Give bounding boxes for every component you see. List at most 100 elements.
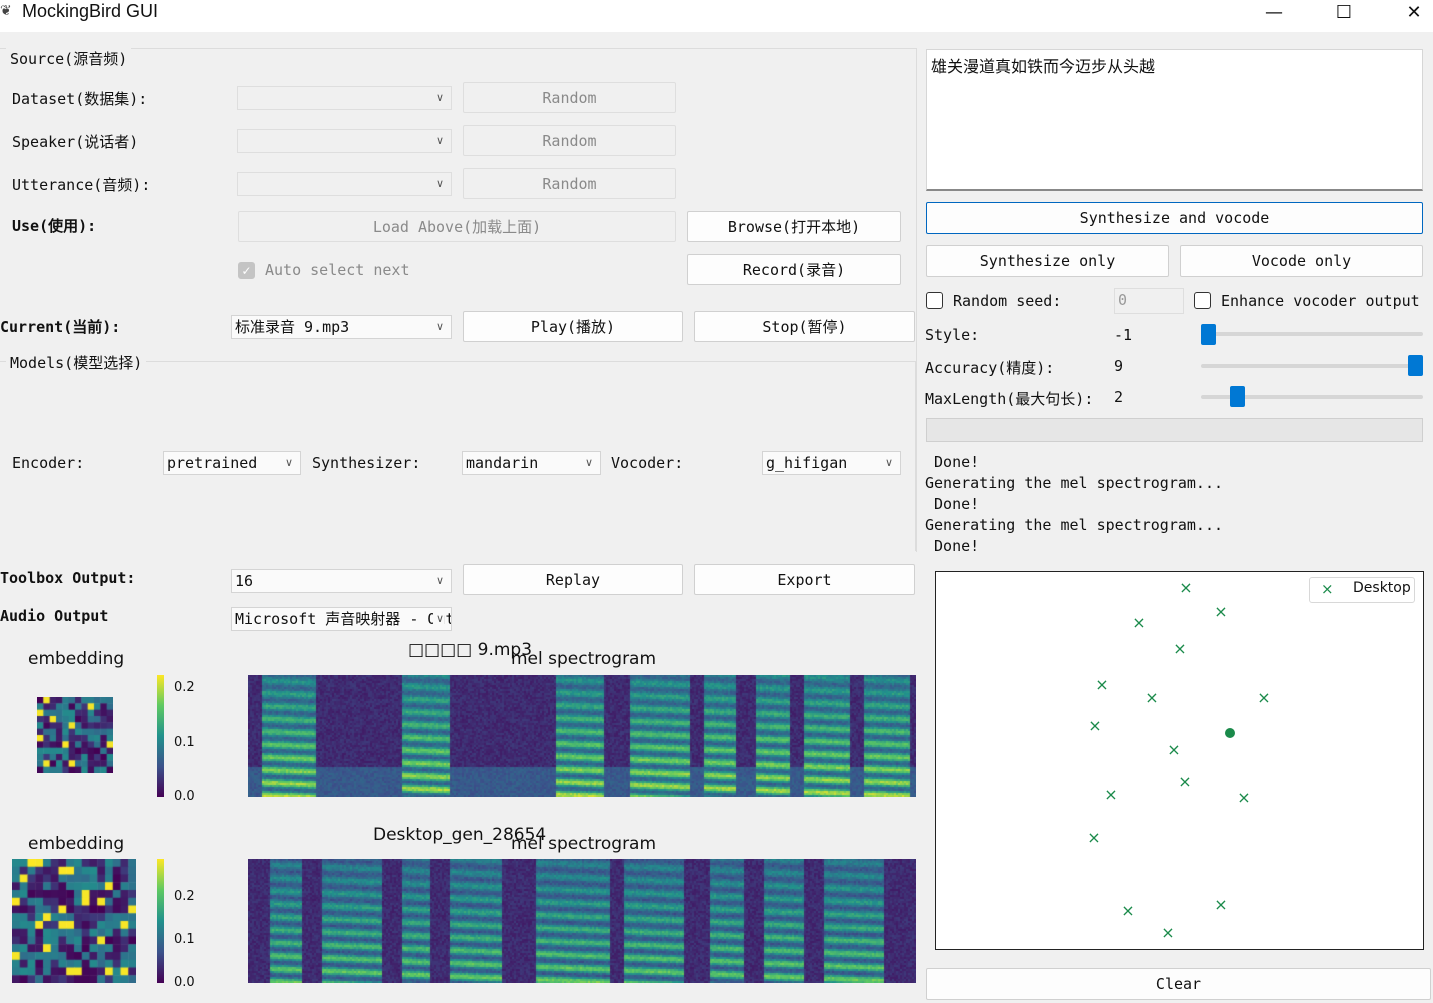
record-button[interactable]: Record(录音) xyxy=(687,254,901,285)
encoder-value: pretrained xyxy=(167,454,258,472)
chevron-down-icon: ∨ xyxy=(432,608,444,630)
encoder-select[interactable]: pretrained ∨ xyxy=(163,451,301,475)
random-seed-label: Random seed: xyxy=(953,292,1062,310)
toolbox-output-select[interactable]: 16 ∨ xyxy=(231,569,452,593)
mel-spectrogram-2 xyxy=(248,859,916,983)
chevron-down-icon: ∨ xyxy=(284,456,293,469)
colorbar-1-tick: 0.0 xyxy=(174,789,195,804)
maxlength-value: 2 xyxy=(1114,388,1124,406)
chevron-down-icon: ∨ xyxy=(435,134,444,147)
auto-select-label: Auto select next xyxy=(265,261,410,279)
log-output: Done! Generating the mel spectrogram... D… xyxy=(925,452,1223,557)
chevron-down-icon: ∨ xyxy=(435,320,444,333)
random-seed-checkbox[interactable] xyxy=(926,292,943,309)
app-icon: ❦ xyxy=(0,3,12,19)
synthesizer-select[interactable]: mandarin ∨ xyxy=(462,451,601,475)
speaker-random-button[interactable]: Random xyxy=(463,125,676,156)
chevron-down-icon: ∨ xyxy=(884,456,893,469)
dataset-select[interactable]: ∨ xyxy=(237,86,452,110)
umap-point: × xyxy=(1167,740,1180,759)
audio-output-label: Audio Output xyxy=(0,607,109,625)
accuracy-slider-handle[interactable] xyxy=(1408,355,1423,376)
source-group-title: Source(源音频) xyxy=(6,48,132,69)
accuracy-label: Accuracy(精度): xyxy=(925,359,1055,377)
style-slider[interactable] xyxy=(1201,332,1423,336)
log-line: Done! xyxy=(925,537,980,555)
colorbar-1-tick: 0.2 xyxy=(174,680,195,695)
chevron-down-icon: ∨ xyxy=(584,456,593,469)
load-above-button[interactable]: Load Above(加载上面) xyxy=(238,211,676,242)
umap-point: × xyxy=(1095,675,1108,694)
chevron-down-icon: ∨ xyxy=(435,574,444,587)
chevron-down-icon: ∨ xyxy=(435,177,444,190)
embedding-title-1: embedding xyxy=(28,649,125,669)
umap-current-point xyxy=(1225,728,1235,738)
umap-point: × xyxy=(1104,785,1117,804)
colorbar-1-tick: 0.1 xyxy=(174,735,195,750)
right-panel-divider xyxy=(916,48,917,552)
colorbar-1 xyxy=(157,675,164,797)
umap-point: × xyxy=(1088,716,1101,735)
random-seed-input[interactable]: 0 xyxy=(1114,288,1184,314)
dataset-random-button[interactable]: Random xyxy=(463,82,676,113)
enhance-vocoder-label: Enhance vocoder output xyxy=(1221,292,1420,310)
embedding-title-2: embedding xyxy=(28,834,125,854)
maxlength-label: MaxLength(最大句长): xyxy=(925,390,1094,408)
synthesize-and-vocode-button[interactable]: Synthesize and vocode xyxy=(926,202,1423,234)
maxlength-slider-handle[interactable] xyxy=(1229,386,1245,407)
current-file-select[interactable]: 标准录音 9.mp3 ∨ xyxy=(231,315,452,339)
auto-select-checkbox[interactable]: ✓ xyxy=(238,262,255,279)
umap-point: × xyxy=(1145,688,1158,707)
vocoder-label: Vocoder: xyxy=(611,454,684,472)
enhance-vocoder-checkbox[interactable] xyxy=(1194,292,1211,309)
accuracy-value: 9 xyxy=(1114,357,1124,375)
synthesize-only-button[interactable]: Synthesize only xyxy=(926,245,1169,277)
stop-button[interactable]: Stop(暂停) xyxy=(694,311,915,342)
log-line: Generating the mel spectrogram... xyxy=(925,474,1224,492)
umap-point: × xyxy=(1257,688,1270,707)
current-label: Current(当前): xyxy=(0,318,121,336)
maximize-icon[interactable]: ☐ xyxy=(1321,0,1367,24)
speaker-select[interactable]: ∨ xyxy=(237,129,452,153)
umap-scatter: × × × × × × × × × × × × × × × × xyxy=(1087,578,1270,942)
style-label: Style: xyxy=(925,326,980,344)
close-icon[interactable]: ✕ xyxy=(1391,0,1433,24)
embedding-heatmap-2 xyxy=(12,859,136,983)
text-input[interactable]: 雄关漫道真如铁而今迈步从头越 xyxy=(926,49,1423,191)
style-slider-handle[interactable] xyxy=(1201,324,1216,345)
export-button[interactable]: Export xyxy=(694,564,915,595)
umap-point: × xyxy=(1087,828,1100,847)
umap-point: × xyxy=(1173,639,1186,658)
colorbar-2 xyxy=(157,859,164,983)
replay-button[interactable]: Replay xyxy=(463,564,683,595)
utterance-select[interactable]: ∨ xyxy=(237,172,452,196)
audio-output-select[interactable]: Microsoft 声音映射器 - Output∨ xyxy=(231,607,452,631)
embedding-heatmap-1 xyxy=(37,697,113,773)
vocoder-select[interactable]: g_hifigan ∨ xyxy=(762,451,901,475)
accuracy-slider[interactable] xyxy=(1201,364,1423,368)
spectrogram-2-title: mel spectrogram xyxy=(511,834,657,854)
colorbar-2-tick: 0.0 xyxy=(174,975,195,990)
log-line: Done! xyxy=(925,495,980,513)
umap-point: × xyxy=(1121,901,1134,920)
colorbar-2-tick: 0.2 xyxy=(174,889,195,904)
synthesizer-value: mandarin xyxy=(466,454,539,472)
current-file-value: 标准录音 9.mp3 xyxy=(235,318,350,336)
audio-output-value: Microsoft 声音映射器 - Output xyxy=(235,610,451,628)
spectrogram-1-title: mel spectrogram xyxy=(511,649,657,669)
title-bar xyxy=(0,0,1433,32)
encoder-label: Encoder: xyxy=(12,454,85,472)
minimize-icon[interactable]: — xyxy=(1251,0,1297,24)
colorbar-2-tick: 0.1 xyxy=(174,932,195,947)
legend-label: Desktop xyxy=(1353,580,1411,596)
umap-point: × xyxy=(1214,602,1227,621)
play-button[interactable]: Play(播放) xyxy=(463,311,683,342)
use-label: Use(使用): xyxy=(12,217,97,235)
browse-button[interactable]: Browse(打开本地) xyxy=(687,211,901,242)
umap-point: × xyxy=(1237,788,1250,807)
models-group-title: Models(模型选择) xyxy=(6,352,147,373)
utterance-random-button[interactable]: Random xyxy=(463,168,676,199)
vocode-only-button[interactable]: Vocode only xyxy=(1180,245,1423,277)
clear-button[interactable]: Clear xyxy=(926,968,1431,1000)
umap-point: × xyxy=(1161,923,1174,942)
